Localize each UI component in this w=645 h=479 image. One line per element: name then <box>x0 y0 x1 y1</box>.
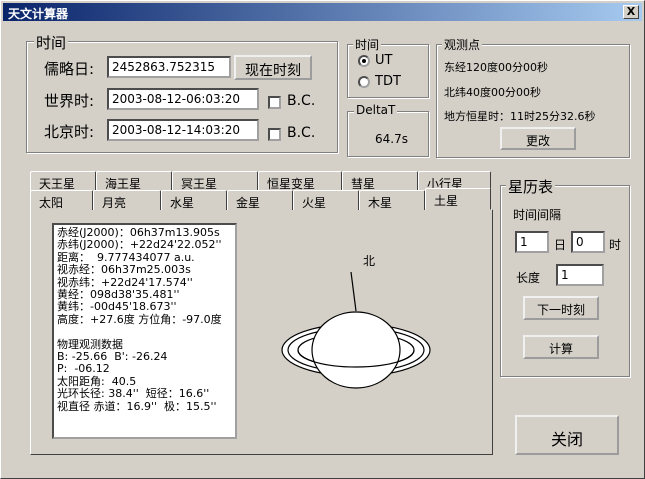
tab-neptune[interactable]: 海王星 <box>96 171 172 191</box>
interval-hour-input[interactable]: 0 <box>571 231 605 253</box>
hour-unit-label: 时 <box>609 238 622 252</box>
observer-title: 观测点 <box>442 36 483 53</box>
local-sidereal-time: 地方恒星时：11时25分32.6秒 <box>444 110 596 123</box>
timescale-title: 时间 <box>353 36 382 53</box>
deltat-value: 64.7s <box>375 132 408 146</box>
title-bar[interactable]: 天文计算器 X <box>3 3 642 21</box>
saturn-globe <box>311 311 401 389</box>
interval-day-input[interactable]: 1 <box>515 231 549 253</box>
tab-venus[interactable]: 金星 <box>227 190 293 210</box>
tab-mercury[interactable]: 水星 <box>161 190 227 210</box>
main-window: 天文计算器 X 时间 儒略日: 2452863.752315 现在时刻 世界时:… <box>0 0 645 479</box>
tdt-radio[interactable] <box>358 76 370 88</box>
planet-info-text[interactable]: 赤经(J2000)：06h37m13.905s 赤纬(J2000)：+22d24… <box>52 223 237 439</box>
day-unit-label: 日 <box>554 238 567 252</box>
info-line: 赤纬(J2000)：+22d24'22.052'' <box>57 238 222 252</box>
north-label: 北 <box>363 254 375 268</box>
tab-mars[interactable]: 火星 <box>293 190 359 210</box>
info-line: 视赤经：06h37m25.003s <box>57 263 191 277</box>
tab-pluto[interactable]: 冥王星 <box>172 171 258 191</box>
next-moment-button[interactable]: 下一时刻 <box>523 296 599 320</box>
tab-variable-stars[interactable]: 恒星变星 <box>258 171 342 191</box>
info-line: 视直径 赤道：16.9'' 极：15.5'' <box>57 399 217 413</box>
tab-saturn[interactable]: 土星 <box>425 188 491 210</box>
julian-day-input[interactable]: 2452863.752315 <box>107 56 231 78</box>
observer-latitude: 北纬40度00分00秒 <box>444 86 541 99</box>
north-pointer <box>350 271 357 312</box>
tab-jupiter[interactable]: 木星 <box>359 190 425 210</box>
interval-label: 时间间隔 <box>513 208 562 222</box>
compute-button[interactable]: 计算 <box>523 335 599 359</box>
ut-label: 世界时: <box>44 92 95 110</box>
ut-bc-checkbox[interactable] <box>268 96 281 109</box>
ut-bc-label: B.C. <box>287 93 316 109</box>
bj-bc-label: B.C. <box>287 125 316 141</box>
length-input[interactable]: 1 <box>556 264 604 286</box>
tab-uranus[interactable]: 天王星 <box>30 171 96 191</box>
change-location-button[interactable]: 更改 <box>500 127 576 150</box>
bj-bc-checkbox[interactable] <box>268 128 281 141</box>
info-line: 光环长径: 38.4'' 短径：16.6'' <box>57 387 210 401</box>
observer-longitude: 东经120度00分00秒 <box>444 61 548 74</box>
time-group-title: 时间 <box>34 32 69 53</box>
length-label: 长度 <box>516 271 541 285</box>
now-button[interactable]: 现在时刻 <box>234 55 312 80</box>
info-line: P: -06.12 <box>57 362 110 376</box>
info-line: ​ <box>57 326 232 338</box>
ut-radio-label: UT <box>375 53 393 68</box>
ephemeris-title: 星历表 <box>506 176 556 197</box>
beijing-time-input[interactable]: 2003-08-12-14:03:20 <box>107 119 259 141</box>
tab-moon[interactable]: 月亮 <box>93 190 161 210</box>
deltat-title: DeltaT <box>354 103 398 117</box>
close-button[interactable]: 关闭 <box>515 415 619 455</box>
tab-comets[interactable]: 彗星 <box>342 171 418 191</box>
info-line: 黄纬：-00d45'18.673'' <box>57 300 177 314</box>
ut-input[interactable]: 2003-08-12-06:03:20 <box>107 88 259 110</box>
ut-radio[interactable] <box>358 55 370 67</box>
close-icon[interactable]: X <box>623 5 639 19</box>
info-line: 高度：+27.6度 方位角：-97.0度 <box>57 312 222 326</box>
beijing-time-label: 北京时: <box>44 123 95 141</box>
julian-day-label: 儒略日: <box>44 60 95 78</box>
tab-sun[interactable]: 太阳 <box>30 190 93 210</box>
saturn-diagram: 北 <box>281 254 431 389</box>
tdt-radio-label: TDT <box>375 74 401 89</box>
window-title: 天文计算器 <box>8 7 69 21</box>
